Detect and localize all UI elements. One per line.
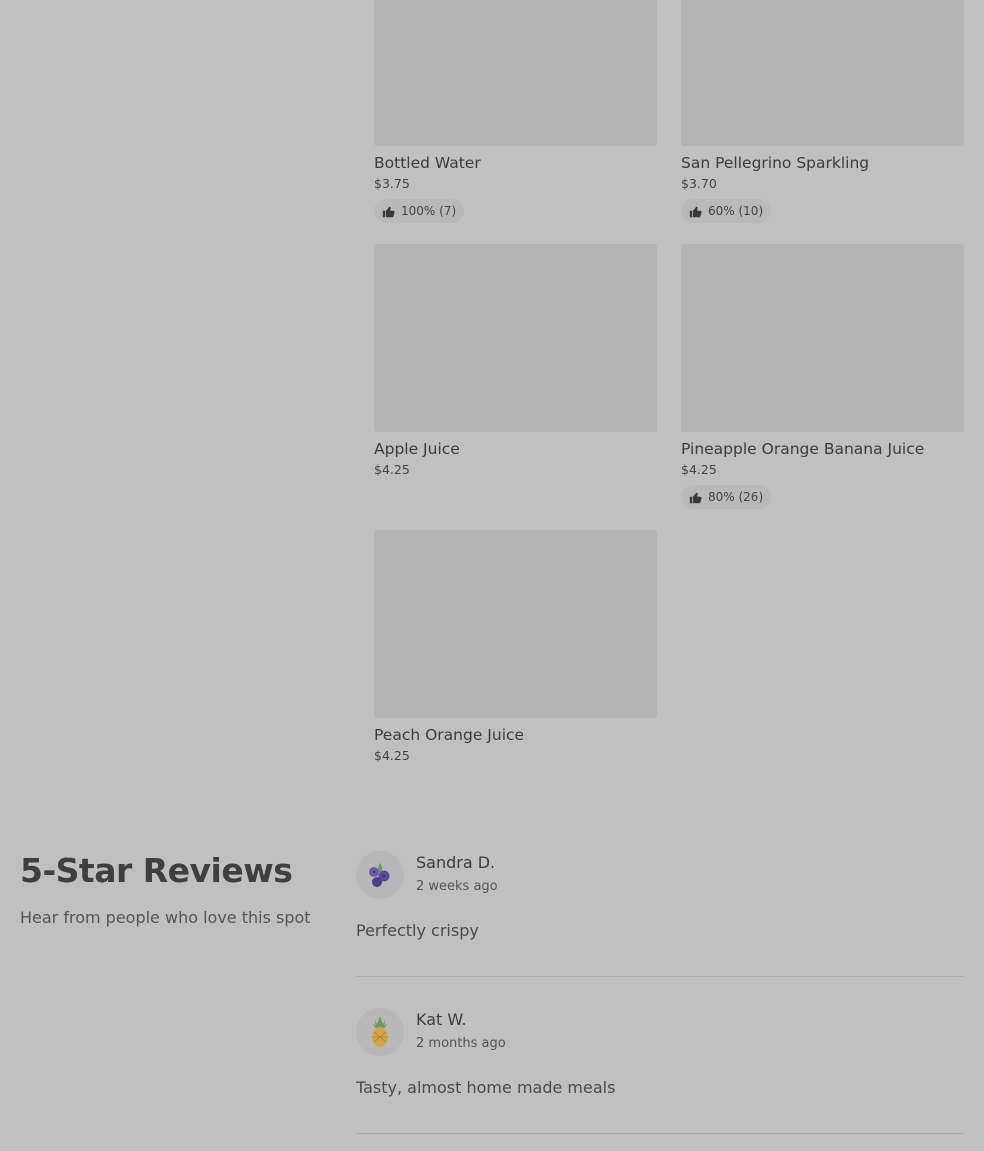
menu-item-name: Peach Orange Juice <box>374 726 525 744</box>
rating-badge: 80% (26) <box>681 485 772 509</box>
rating-text: 80% (26) <box>708 490 764 504</box>
rating-text: 100% (7) <box>401 204 457 218</box>
menu-item-price: $4.25 <box>374 462 410 477</box>
thumbs-up-icon <box>689 492 702 503</box>
menu-item-image[interactable] <box>681 0 964 146</box>
menu-item-price: $4.25 <box>681 462 717 477</box>
thumbs-up-icon <box>689 206 702 217</box>
review-date: 2 months ago <box>416 1036 506 1051</box>
menu-item-name: Pineapple Orange Banana Juice <box>681 440 925 458</box>
rating-text: 60% (10) <box>708 204 764 218</box>
menu-item-card[interactable]: San Pellegrino Sparkling $3.70 60% (10) <box>681 0 964 223</box>
menu-item-price: $4.25 <box>374 748 410 763</box>
menu-item-price: $3.70 <box>681 176 717 191</box>
menu-item-card[interactable]: Peach Orange Juice $4.25 <box>374 530 657 764</box>
avatar <box>356 851 404 899</box>
reviews-section-subtitle: Hear from people who love this spot <box>20 908 311 927</box>
menu-item-name: San Pellegrino Sparkling <box>681 154 870 172</box>
review-author: Sandra D. <box>416 853 496 872</box>
menu-item-card[interactable]: Apple Juice $4.25 <box>374 244 657 478</box>
reviews-section-title: 5-Star Reviews <box>20 851 293 890</box>
menu-item-image[interactable] <box>681 244 964 432</box>
review-item: Sandra D. 2 weeks ago Perfectly crispy <box>356 851 964 977</box>
menu-item-price: $3.75 <box>374 176 410 191</box>
menu-item-card[interactable]: Pineapple Orange Banana Juice $4.25 80% … <box>681 244 964 509</box>
rating-badge: 100% (7) <box>374 199 465 223</box>
review-date: 2 weeks ago <box>416 879 498 894</box>
review-item: Kat W. 2 months ago Tasty, almost home m… <box>356 1008 964 1134</box>
pineapple-icon <box>372 1016 388 1047</box>
rating-badge: 60% (10) <box>681 199 772 223</box>
menu-item-card[interactable]: Bottled Water $3.75 100% (7) <box>374 0 657 223</box>
menu-item-image[interactable] <box>374 244 657 432</box>
menu-item-image[interactable] <box>374 530 657 718</box>
review-author: Kat W. <box>416 1010 467 1029</box>
menu-item-image[interactable] <box>374 0 657 146</box>
review-text: Perfectly crispy <box>356 921 479 940</box>
menu-item-name: Apple Juice <box>374 440 460 458</box>
review-text: Tasty, almost home made meals <box>356 1078 616 1097</box>
thumbs-up-icon <box>382 206 395 217</box>
menu-item-name: Bottled Water <box>374 154 481 172</box>
avatar <box>356 1008 404 1056</box>
blueberry-icon <box>369 863 390 887</box>
